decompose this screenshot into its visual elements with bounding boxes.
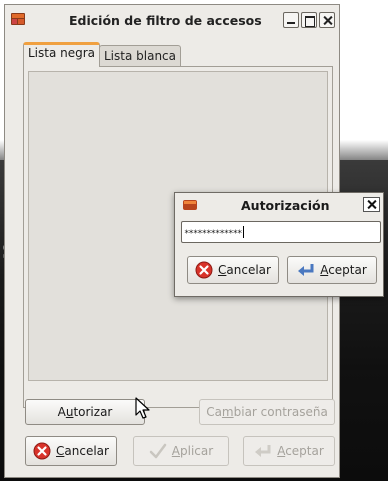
- dialog-close-button[interactable]: [363, 197, 380, 212]
- change-password-label: Cambiar contraseña: [206, 405, 328, 419]
- cancel-button[interactable]: Cancelar: [25, 436, 117, 466]
- auth-cancel-button[interactable]: Cancelar: [187, 256, 279, 284]
- authorize-button[interactable]: Autorizar: [25, 399, 145, 425]
- close-button[interactable]: [319, 12, 335, 28]
- firewall-icon: [11, 13, 25, 25]
- red-x-circle-icon: [195, 261, 213, 279]
- authorize-label: Autorizar: [57, 405, 113, 419]
- tab-lista-negra[interactable]: Lista negra: [23, 42, 101, 67]
- checkmark-icon: [149, 443, 167, 459]
- accept-label: Aceptar: [277, 444, 324, 458]
- password-value: *************: [184, 229, 242, 239]
- red-x-circle-icon: [33, 442, 51, 460]
- return-arrow-icon: [255, 445, 271, 457]
- return-arrow-icon: [298, 264, 314, 276]
- mouse-pointer-icon: [135, 397, 150, 419]
- tab-lista-blanca[interactable]: Lista blanca: [99, 45, 182, 67]
- auth-accept-button[interactable]: Aceptar: [287, 256, 377, 284]
- minimize-button[interactable]: [283, 12, 299, 28]
- auth-dialog-title: Autorización: [241, 198, 330, 213]
- apply-label: Aplicar: [171, 444, 214, 458]
- password-field[interactable]: *************: [181, 221, 381, 243]
- change-password-button[interactable]: Cambiar contraseña: [199, 399, 335, 425]
- window-title: Edición de filtro de accesos: [69, 13, 262, 28]
- maximize-button[interactable]: [301, 12, 317, 28]
- auth-cancel-label: Cancelar: [218, 263, 271, 277]
- text-caret: [243, 226, 245, 238]
- firewall-icon: [183, 200, 197, 210]
- cancel-label: Cancelar: [56, 444, 109, 458]
- auth-accept-label: Aceptar: [320, 263, 367, 277]
- title-bar[interactable]: Edición de filtro de accesos: [5, 5, 339, 35]
- apply-button[interactable]: Aplicar: [133, 436, 229, 466]
- accept-button[interactable]: Aceptar: [243, 436, 335, 466]
- auth-dialog: Autorización ************* Cancelar Acep…: [174, 192, 384, 297]
